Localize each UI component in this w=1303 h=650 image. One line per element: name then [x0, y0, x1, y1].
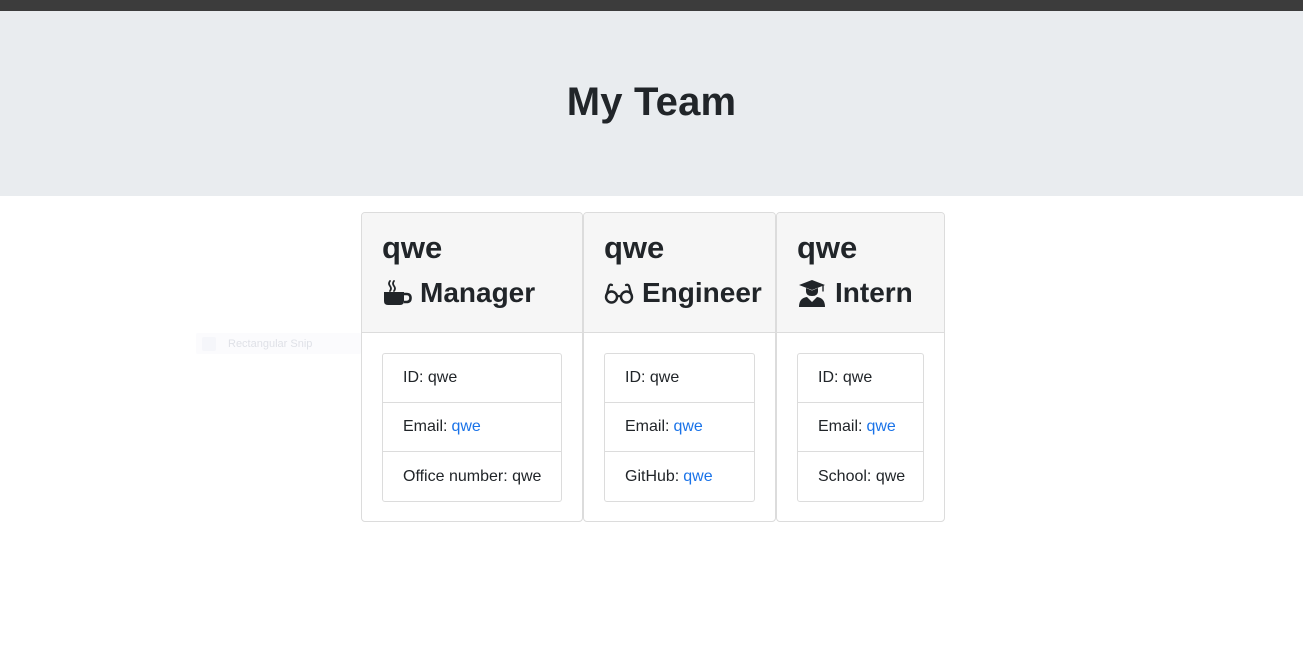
email-label: Email: [403, 418, 448, 435]
employee-role: Intern [797, 276, 924, 310]
school-text: School: qwe [818, 467, 906, 485]
manager-card: qwe Manager ID: qwe Email: qwe Office nu… [361, 212, 583, 522]
intern-card: qwe Intern ID: qwe Email: qwe School: qw… [776, 212, 945, 522]
snip-label: Rectangular Snip [228, 337, 313, 350]
role-label: Intern [835, 277, 913, 308]
coffee-mug-icon [382, 278, 412, 308]
employee-details: ID: qwe Email: qwe Office number: qwe [382, 353, 562, 502]
id-item: ID: qwe [605, 354, 754, 403]
id-text: ID: qwe [625, 369, 680, 386]
employee-details: ID: qwe Email: qwe School: qwe [797, 353, 924, 502]
office-number-item: Office number: qwe [383, 452, 561, 501]
engineer-card: qwe Engineer ID: qwe Email: qwe GitHub: … [583, 212, 776, 522]
employee-name: qwe [797, 230, 858, 265]
id-item: ID: qwe [383, 354, 561, 403]
card-header: qwe Manager [362, 213, 582, 333]
role-label: Engineer [642, 277, 762, 308]
email-label: Email: [818, 418, 863, 435]
id-item: ID: qwe [798, 354, 923, 403]
glasses-icon [604, 278, 634, 308]
snip-icon [202, 336, 216, 351]
email-item: Email: qwe [605, 403, 754, 452]
github-link[interactable]: qwe [683, 468, 712, 486]
employee-name: qwe [604, 230, 665, 265]
card-header: qwe Intern [777, 213, 944, 333]
email-item: Email: qwe [383, 403, 561, 452]
office-number-text: Office number: qwe [403, 467, 542, 485]
id-text: ID: qwe [403, 369, 458, 386]
snip-tool-ghost: Rectangular Snip [196, 333, 361, 354]
email-label: Email: [625, 418, 670, 435]
card-body: ID: qwe Email: qwe GitHub: qwe [584, 333, 775, 502]
page-header: My Team [0, 11, 1303, 196]
email-item: Email: qwe [798, 403, 923, 452]
employee-role: Manager [382, 276, 562, 310]
page-title: My Team [566, 80, 737, 124]
top-bar [0, 0, 1303, 11]
github-label: GitHub: [625, 467, 680, 485]
github-item: GitHub: qwe [605, 452, 754, 501]
card-header: qwe Engineer [584, 213, 775, 333]
employee-details: ID: qwe Email: qwe GitHub: qwe [604, 353, 755, 502]
employee-name: qwe [382, 230, 443, 265]
role-label: Manager [420, 277, 536, 308]
email-link[interactable]: qwe [451, 418, 480, 436]
school-item: School: qwe [798, 452, 923, 501]
card-body: ID: qwe Email: qwe Office number: qwe [362, 333, 582, 502]
email-link[interactable]: qwe [866, 418, 895, 436]
employee-role: Engineer [604, 276, 762, 310]
graduate-icon [797, 278, 827, 308]
id-text: ID: qwe [818, 369, 873, 386]
card-body: ID: qwe Email: qwe School: qwe [777, 333, 944, 502]
email-link[interactable]: qwe [673, 418, 702, 436]
